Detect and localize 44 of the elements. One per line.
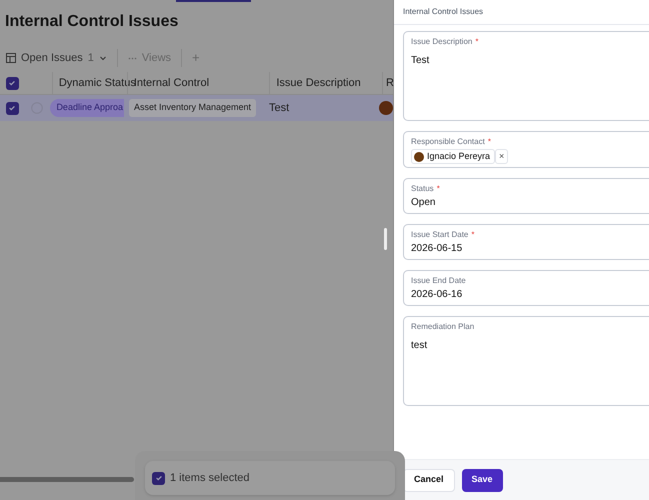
selection-count: 1 items selected (170, 470, 250, 486)
field-label: Issue End Date (411, 275, 467, 287)
status-badge: Deadline Approa (50, 99, 124, 117)
checkbox[interactable] (152, 472, 165, 484)
field-label: Remediation Plan (411, 321, 476, 333)
column-header: Internal Control (134, 76, 210, 91)
field-value: 2026-06-15 (411, 242, 464, 256)
input-field[interactable]: Issue Start Date * 2026-06-15 (403, 224, 649, 260)
check-icon (154, 474, 162, 482)
column-header: Dynamic Status (58, 76, 136, 91)
check-icon (8, 79, 16, 87)
chevron-down-icon (98, 54, 107, 62)
table-row[interactable]: Deadline Approa Asset Inventory Management Test (0, 95, 393, 121)
checkbox[interactable] (6, 102, 19, 114)
field-value: 2026-06-16 (411, 288, 464, 302)
check-icon (8, 104, 16, 112)
field-value: Open (411, 196, 436, 210)
field-label: Status * (411, 183, 441, 195)
cancel-button[interactable]: Cancel (403, 468, 455, 492)
textarea-field[interactable]: Issue Description * Test (403, 31, 649, 121)
avatar (378, 101, 393, 115)
input-field[interactable]: Issue End Date 2026-06-16 (403, 270, 649, 306)
field-value: Test (411, 54, 430, 68)
table-icon (6, 53, 16, 63)
control-tag: Asset Inventory Management (129, 99, 256, 117)
page-title: Internal Control Issues (5, 13, 178, 30)
field-value: test (411, 339, 428, 353)
checkbox[interactable] (6, 76, 19, 90)
textarea-field[interactable]: Remediation Plan test (403, 316, 649, 406)
avatar (414, 152, 424, 162)
resize-handle[interactable] (384, 228, 387, 250)
contact-chip: Ignacio Pereyra (411, 149, 496, 164)
remove-button[interactable]: × (495, 149, 508, 164)
panel-title: Internal Control Issues (403, 6, 484, 18)
field-label: Issue Start Date * (411, 229, 476, 241)
column-header: R (386, 76, 394, 91)
input-field[interactable]: Responsible Contact * Ignacio Pereyra × (403, 131, 649, 168)
column-header: Issue Description (276, 76, 361, 91)
view-dropdown[interactable]: Open Issues 1 (0, 44, 117, 72)
input-field[interactable]: Status * Open (403, 178, 649, 214)
field-label: Issue Description * (411, 36, 480, 48)
field-label: Responsible Contact * (411, 136, 492, 148)
table-cell: Test (269, 102, 290, 114)
save-button[interactable]: Save (462, 468, 503, 492)
